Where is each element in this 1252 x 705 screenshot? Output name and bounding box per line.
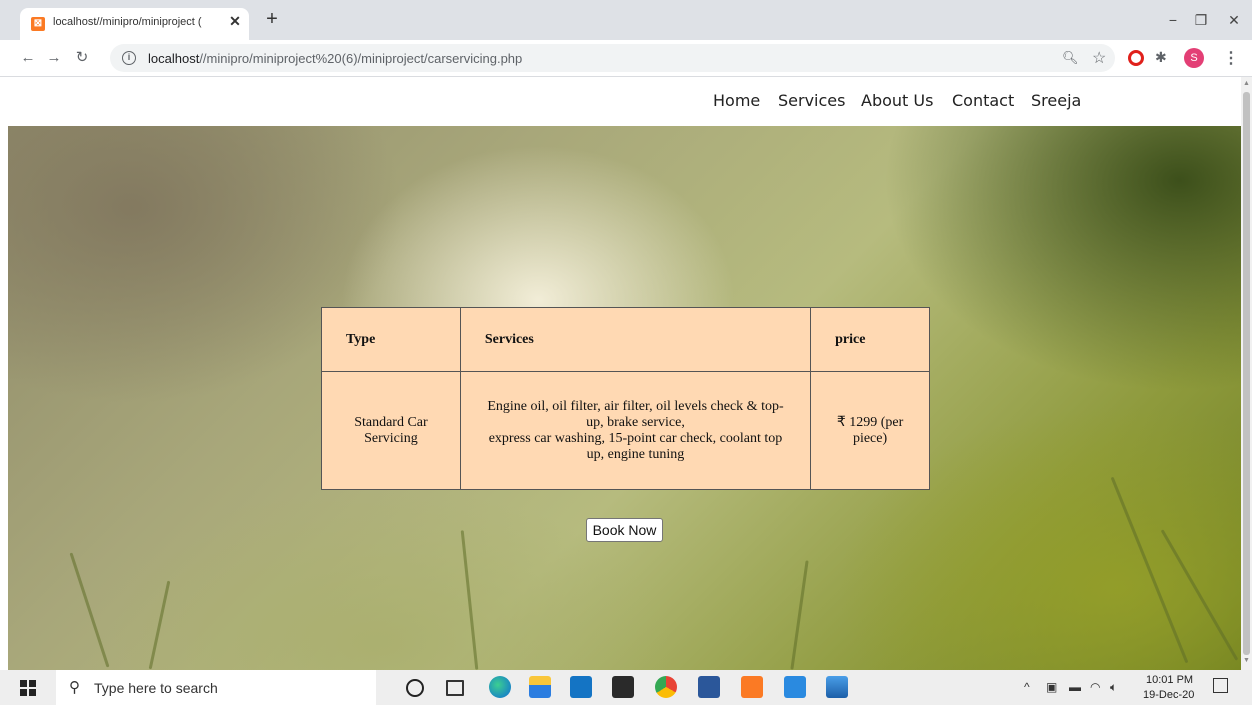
browser-toolbar: ← → ↻ i localhost//minipro/miniproject%2… <box>0 40 1252 77</box>
nav-link-contact[interactable]: Contact <box>952 91 1014 110</box>
tab-title: localhost//minipro/miniproject ( <box>53 16 202 28</box>
url-text[interactable]: localhost//minipro/miniproject%20(6)/min… <box>148 51 522 66</box>
cell-services: Engine oil, oil filter, air filter, oil … <box>459 371 812 490</box>
nav-link-user[interactable]: Sreeja <box>1031 91 1081 110</box>
grass-blade <box>1160 529 1239 661</box>
url-host: localhost <box>148 51 200 66</box>
edge-icon[interactable] <box>489 676 511 698</box>
header-services: Services <box>459 307 812 372</box>
new-tab-button[interactable]: + <box>262 9 282 29</box>
address-bar[interactable]: i localhost//minipro/miniproject%20(6)/m… <box>110 44 1115 72</box>
windows-taskbar: ⚲ Type here to search ^ ▣ ▬ ◠ 🔈︎ 10:01 P… <box>0 670 1252 705</box>
info-icon[interactable]: i <box>122 51 136 65</box>
cortana-icon[interactable] <box>406 679 424 697</box>
clock-time[interactable]: 10:01 PM <box>1146 674 1193 686</box>
clock-date[interactable]: 19-Dec-20 <box>1143 689 1194 701</box>
header-type: Type <box>321 307 461 372</box>
chrome-icon[interactable] <box>655 676 677 698</box>
grass-blade <box>148 580 171 670</box>
services-line-1: Engine oil, oil filter, air filter, oil … <box>487 398 784 430</box>
vscode-icon[interactable] <box>784 676 806 698</box>
tray-chevron-icon[interactable]: ^ <box>1024 680 1030 694</box>
window-maximize-button[interactable]: ❐ <box>1183 8 1219 32</box>
scroll-down-icon[interactable]: ▼ <box>1243 657 1250 664</box>
tray-app-icon[interactable]: ▣ <box>1046 680 1057 694</box>
search-placeholder[interactable]: Type here to search <box>94 680 218 696</box>
taskbar-search-box[interactable]: ⚲ Type here to search <box>56 670 376 705</box>
wifi-icon[interactable]: ◠ <box>1090 680 1100 694</box>
url-path: //minipro/miniproject%20(6)/miniproject/… <box>199 51 523 66</box>
header-price: price <box>810 307 930 372</box>
battery-icon[interactable]: ▬ <box>1069 680 1081 694</box>
nav-link-services[interactable]: Services <box>778 91 845 110</box>
tab-close-icon[interactable]: ✕ <box>227 13 243 29</box>
grass-blade <box>790 560 809 670</box>
scroll-thumb[interactable] <box>1243 92 1250 655</box>
star-icon[interactable]: ☆ <box>1092 48 1106 68</box>
search-icon: ⚲ <box>69 679 80 696</box>
photos-icon[interactable] <box>826 676 848 698</box>
nav-link-home[interactable]: Home <box>713 91 760 110</box>
store-icon[interactable] <box>612 676 634 698</box>
page-scrollbar[interactable]: ▲ ▼ <box>1241 77 1252 670</box>
file-explorer-icon[interactable] <box>529 676 551 698</box>
reload-icon[interactable]: ↻ <box>72 48 92 68</box>
puzzle-icon[interactable]: ✱ <box>1155 49 1167 66</box>
windows-start-icon[interactable] <box>20 680 36 696</box>
cell-price: ₹ 1299 (per piece) <box>810 371 930 490</box>
grass-blade <box>460 530 479 670</box>
forward-arrow-icon[interactable]: → <box>44 48 64 68</box>
window-close-button[interactable]: ✕ <box>1216 8 1252 32</box>
mail-icon[interactable] <box>570 676 592 698</box>
xampp-icon[interactable] <box>741 676 763 698</box>
service-table: Type Services price Standard Car Servici… <box>321 307 930 490</box>
nav-link-about-us[interactable]: About Us <box>861 91 933 110</box>
xampp-favicon-icon: ⊠ <box>31 17 45 31</box>
table-row: Standard Car Servicing Engine oil, oil f… <box>321 371 930 490</box>
table-header-row: Type Services price <box>321 307 930 372</box>
cell-type: Standard Car Servicing <box>321 371 461 490</box>
menu-icon[interactable]: ⋮ <box>1223 48 1239 68</box>
browser-tab-strip: ⊠ localhost//minipro/miniproject ( ✕ + −… <box>0 0 1252 40</box>
book-now-button[interactable]: Book Now <box>586 518 663 542</box>
profile-avatar[interactable]: S <box>1184 48 1204 68</box>
word-icon[interactable] <box>698 676 720 698</box>
back-arrow-icon[interactable]: ← <box>18 48 38 68</box>
site-navbar: Home Services About Us Contact Sreeja <box>0 77 1241 126</box>
services-line-2: express car washing, 15-point car check,… <box>488 430 783 462</box>
opera-icon[interactable] <box>1128 50 1144 66</box>
grass-blade <box>69 552 110 668</box>
zoom-icon[interactable]: 🔍︎ <box>1062 50 1079 66</box>
notification-icon[interactable] <box>1213 678 1228 693</box>
volume-icon[interactable]: 🔈︎ <box>1110 680 1117 695</box>
browser-tab[interactable]: ⊠ localhost//minipro/miniproject ( ✕ <box>20 8 249 40</box>
task-view-icon[interactable] <box>446 680 464 696</box>
scroll-up-icon[interactable]: ▲ <box>1243 80 1250 87</box>
page-viewport: Home Services About Us Contact Sreeja Ty… <box>0 77 1241 670</box>
grass-blade <box>1110 476 1189 664</box>
